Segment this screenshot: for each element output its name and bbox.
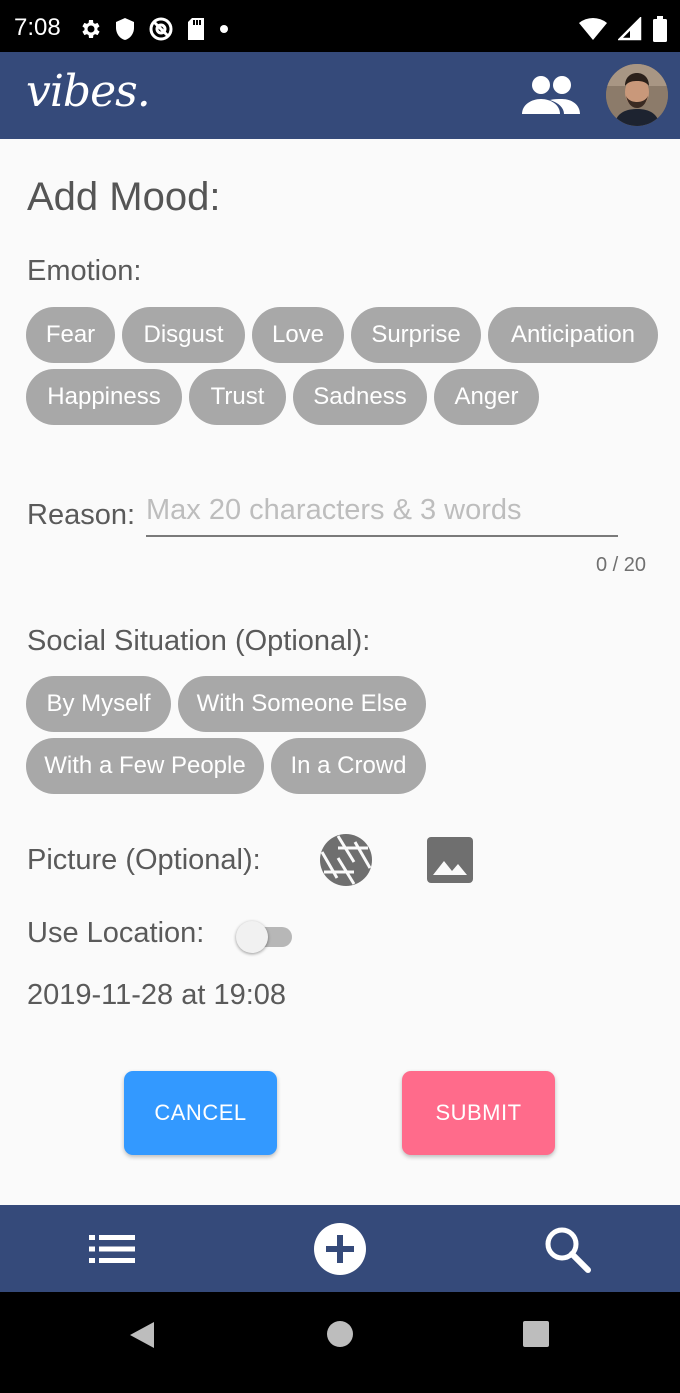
nav-add-mood[interactable]: [313, 1222, 367, 1276]
status-icons-right: [578, 16, 668, 42]
recents-icon[interactable]: [522, 1320, 550, 1348]
gallery-button[interactable]: [424, 834, 476, 886]
reason-label: Reason:: [27, 499, 136, 531]
user-avatar[interactable]: [606, 64, 668, 126]
bottom-nav: [0, 1205, 680, 1292]
settings-icon: [82, 20, 100, 38]
sd-card-icon: [188, 18, 204, 40]
dot-icon: [220, 25, 228, 33]
mood-datetime: 2019-11-28 at 19:08: [27, 979, 287, 1011]
emotion-chip-love[interactable]: Love: [252, 307, 344, 363]
app-bar: vibes.: [0, 52, 680, 139]
wifi-icon: [579, 17, 607, 40]
battery-icon: [653, 16, 667, 42]
emotion-chip-trust[interactable]: Trust: [189, 369, 286, 425]
add-circle-icon: [314, 1223, 366, 1275]
home-icon[interactable]: [326, 1320, 354, 1348]
social-chip-with-someone-else[interactable]: With Someone Else: [178, 676, 426, 732]
toggle-thumb: [236, 921, 268, 953]
page-title: Add Mood:: [27, 175, 221, 219]
reason-char-counter: 0 / 20: [595, 554, 646, 576]
search-icon: [545, 1227, 591, 1273]
emotion-chip-anger[interactable]: Anger: [434, 369, 539, 425]
people-icon: [522, 76, 580, 114]
list-icon: [89, 1235, 135, 1263]
cancel-button[interactable]: CANCEL: [124, 1071, 277, 1155]
shield-icon: [116, 18, 134, 40]
status-icons-left: [78, 16, 230, 42]
emotion-chip-anticipation[interactable]: Anticipation: [488, 307, 658, 363]
at-sign-icon: [149, 17, 173, 41]
back-icon[interactable]: [128, 1320, 156, 1350]
camera-button[interactable]: [318, 832, 374, 888]
camera-aperture-icon: [320, 834, 372, 886]
status-time: 7:08: [14, 14, 61, 41]
social-chip-by-myself[interactable]: By Myself: [26, 676, 171, 732]
reason-input[interactable]: [146, 487, 618, 533]
image-icon: [427, 837, 473, 883]
app-logo: vibes.: [26, 66, 151, 117]
location-toggle[interactable]: [236, 920, 294, 953]
friends-button[interactable]: [520, 74, 582, 118]
social-situation-label: Social Situation (Optional):: [27, 625, 371, 657]
emotion-chip-sadness[interactable]: Sadness: [293, 369, 427, 425]
submit-button[interactable]: SUBMIT: [402, 1071, 555, 1155]
add-mood-form: Add Mood: Emotion: Fear Disgust Love Sur…: [0, 139, 680, 1205]
picture-label: Picture (Optional):: [27, 844, 261, 876]
nav-mood-list[interactable]: [85, 1222, 139, 1276]
emotion-chip-disgust[interactable]: Disgust: [122, 307, 245, 363]
location-label: Use Location:: [27, 917, 205, 949]
emotion-chip-fear[interactable]: Fear: [26, 307, 115, 363]
emotion-chip-surprise[interactable]: Surprise: [351, 307, 481, 363]
status-bar: 7:08: [0, 0, 680, 52]
emotion-chip-happiness[interactable]: Happiness: [26, 369, 182, 425]
avatar-photo: [606, 64, 668, 126]
nav-search[interactable]: [540, 1222, 594, 1276]
social-chip-in-a-crowd[interactable]: In a Crowd: [271, 738, 426, 794]
system-nav-bar: [0, 1292, 680, 1375]
social-chip-with-a-few-people[interactable]: With a Few People: [26, 738, 264, 794]
emotion-label: Emotion:: [27, 255, 142, 287]
signal-icon: [618, 17, 642, 41]
reason-field: [146, 487, 618, 537]
